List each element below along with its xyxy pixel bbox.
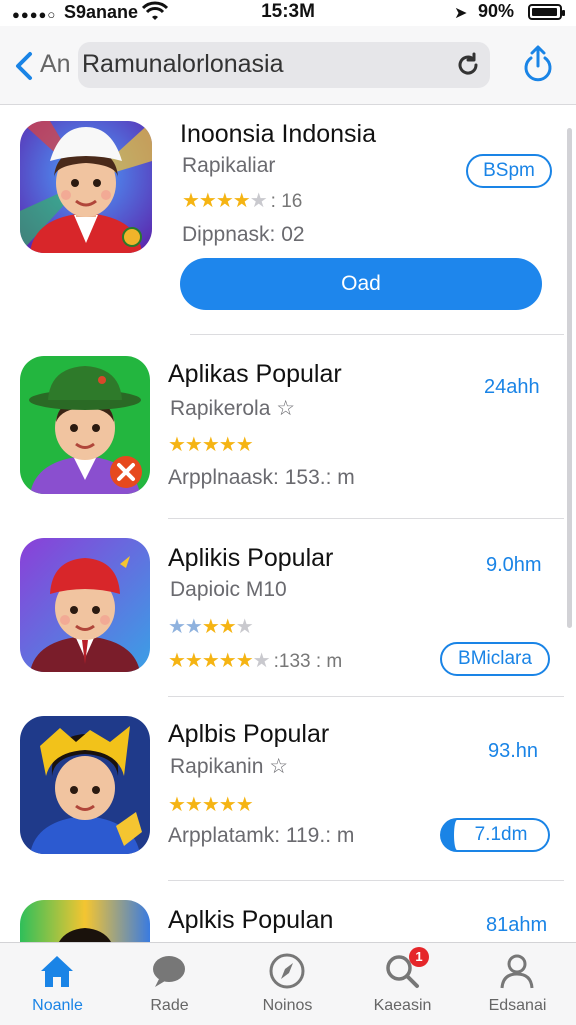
tab-label: Rade [150, 997, 189, 1014]
app-subtitle: Rapikanin ☆ [170, 755, 289, 778]
list-item[interactable]: Aplbis Popular Rapikanin ☆ ★★★★★ Arpplat… [0, 698, 576, 880]
back-label[interactable]: An [40, 50, 71, 79]
app-title: Aplbis Popular [168, 720, 330, 748]
app-icon[interactable] [20, 356, 150, 494]
share-icon[interactable] [520, 44, 556, 84]
app-size: 93.hn [488, 740, 539, 762]
review-count: :133 : m [273, 651, 343, 672]
address-field[interactable]: Ramunalorlonasia [78, 42, 490, 88]
action-button[interactable]: BMiclara [440, 642, 550, 676]
home-icon [41, 956, 73, 987]
status-bar: ●●●●○ S9anane 15:3M ➤ 90% [0, 0, 576, 26]
app-size: 9.0hm [486, 554, 542, 576]
action-button[interactable]: 7.1dm [440, 818, 550, 852]
divider [168, 696, 564, 697]
star-rating: ★★★★★ [168, 794, 254, 816]
app-icon[interactable] [20, 121, 152, 253]
star-rating: ★★★★★: 16 [182, 190, 303, 212]
divider [190, 334, 564, 335]
star-rating: ★★★★★★:133 : m [168, 650, 343, 672]
tab-label: Kaeasin [373, 997, 432, 1014]
app-size: 24ahh [484, 376, 540, 398]
tab-search[interactable]: 1 Kaeasin [345, 943, 460, 1025]
tab-bar: Noanle Rade Noinos 1 Kaeasin Edsanai [0, 942, 576, 1025]
app-title: Aplikas Popular [168, 360, 342, 388]
tab-label: Noanle [32, 997, 83, 1014]
list-item[interactable]: Inoonsia Indonsia Rapikaliar ★★★★★: 16 D… [0, 104, 576, 336]
tab-discover[interactable]: Noinos [230, 943, 345, 1025]
navigation-bar: An Ramunalorlonasia [0, 26, 576, 105]
compass-icon [269, 953, 305, 989]
app-subtitle: Rapikaliar [182, 154, 276, 177]
list-item[interactable]: Aplikas Popular Rapikerola ☆ ★★★★★ Arppl… [0, 336, 576, 518]
app-meta: Arpplnaask: 153.: m [168, 466, 355, 489]
app-meta: Arpplatamk: 119.: m [168, 824, 355, 847]
tab-label: Noinos [262, 997, 313, 1014]
chat-icon [153, 956, 185, 987]
app-subtitle: Rapikerola ☆ [170, 397, 296, 420]
battery-icon [528, 4, 565, 20]
get-button[interactable]: Oad [180, 258, 542, 310]
app-title: Aplkis Populan [168, 906, 334, 934]
list-item[interactable]: Aplkis Populan 81ahm [0, 882, 576, 942]
divider [168, 518, 564, 519]
app-meta: Dippnask: 02 [182, 223, 305, 246]
app-icon[interactable] [20, 716, 150, 854]
star-rating: ★★★★★ [168, 434, 254, 456]
app-title: Aplikis Popular [168, 544, 334, 572]
back-chevron-icon[interactable] [8, 48, 44, 84]
app-title: Inoonsia Indonsia [180, 120, 376, 148]
tab-label: Edsanai [488, 997, 547, 1014]
review-count: : 16 [270, 191, 303, 212]
action-button[interactable]: BSpm [466, 154, 552, 188]
tab-home[interactable]: Noanle [0, 943, 115, 1025]
location-icon: ➤ [454, 5, 468, 22]
divider [168, 880, 564, 881]
app-size: 81ahm [486, 914, 548, 936]
scrollbar[interactable] [567, 128, 572, 628]
reload-icon[interactable] [454, 51, 482, 79]
app-icon[interactable] [20, 900, 150, 942]
app-subtitle: Dapioic M10 [170, 578, 287, 601]
app-icon[interactable] [20, 538, 150, 672]
list-item[interactable]: Aplikis Popular Dapioic M10 ★★★★★ ★★★★★★… [0, 520, 576, 696]
star-rating: ★★★★★ [168, 616, 254, 638]
tab-chat[interactable]: Rade [112, 943, 227, 1025]
person-icon [500, 954, 534, 989]
address-text: Ramunalorlonasia [82, 50, 284, 78]
tab-profile[interactable]: Edsanai [460, 943, 575, 1025]
notification-badge: 1 [409, 947, 429, 967]
battery-percent: 90% [478, 1, 515, 21]
